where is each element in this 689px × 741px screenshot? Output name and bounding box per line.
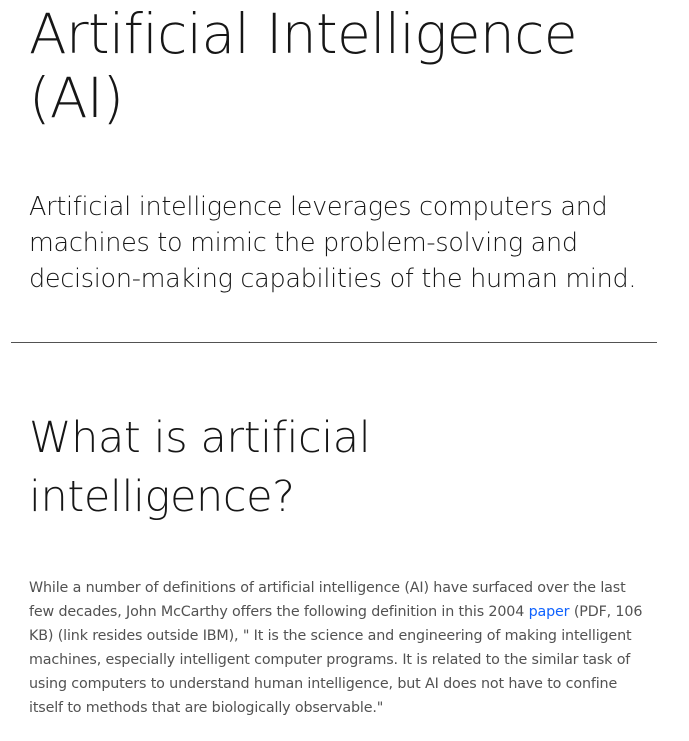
body-paragraph: While a number of definitions of artific…: [29, 576, 654, 720]
lede-paragraph: Artificial intelligence leverages comput…: [29, 192, 637, 294]
section-divider: [11, 342, 657, 343]
body-text-after-link: (PDF, 106 KB) (link resides outside IBM)…: [29, 604, 643, 716]
page-title: Artificial Intelligence (AI): [29, 2, 578, 130]
article-page: Artificial Intelligence (AI) Artificial …: [0, 0, 689, 741]
section-heading: What is artificial intelligence?: [29, 413, 371, 522]
paper-link[interactable]: paper: [529, 604, 570, 620]
